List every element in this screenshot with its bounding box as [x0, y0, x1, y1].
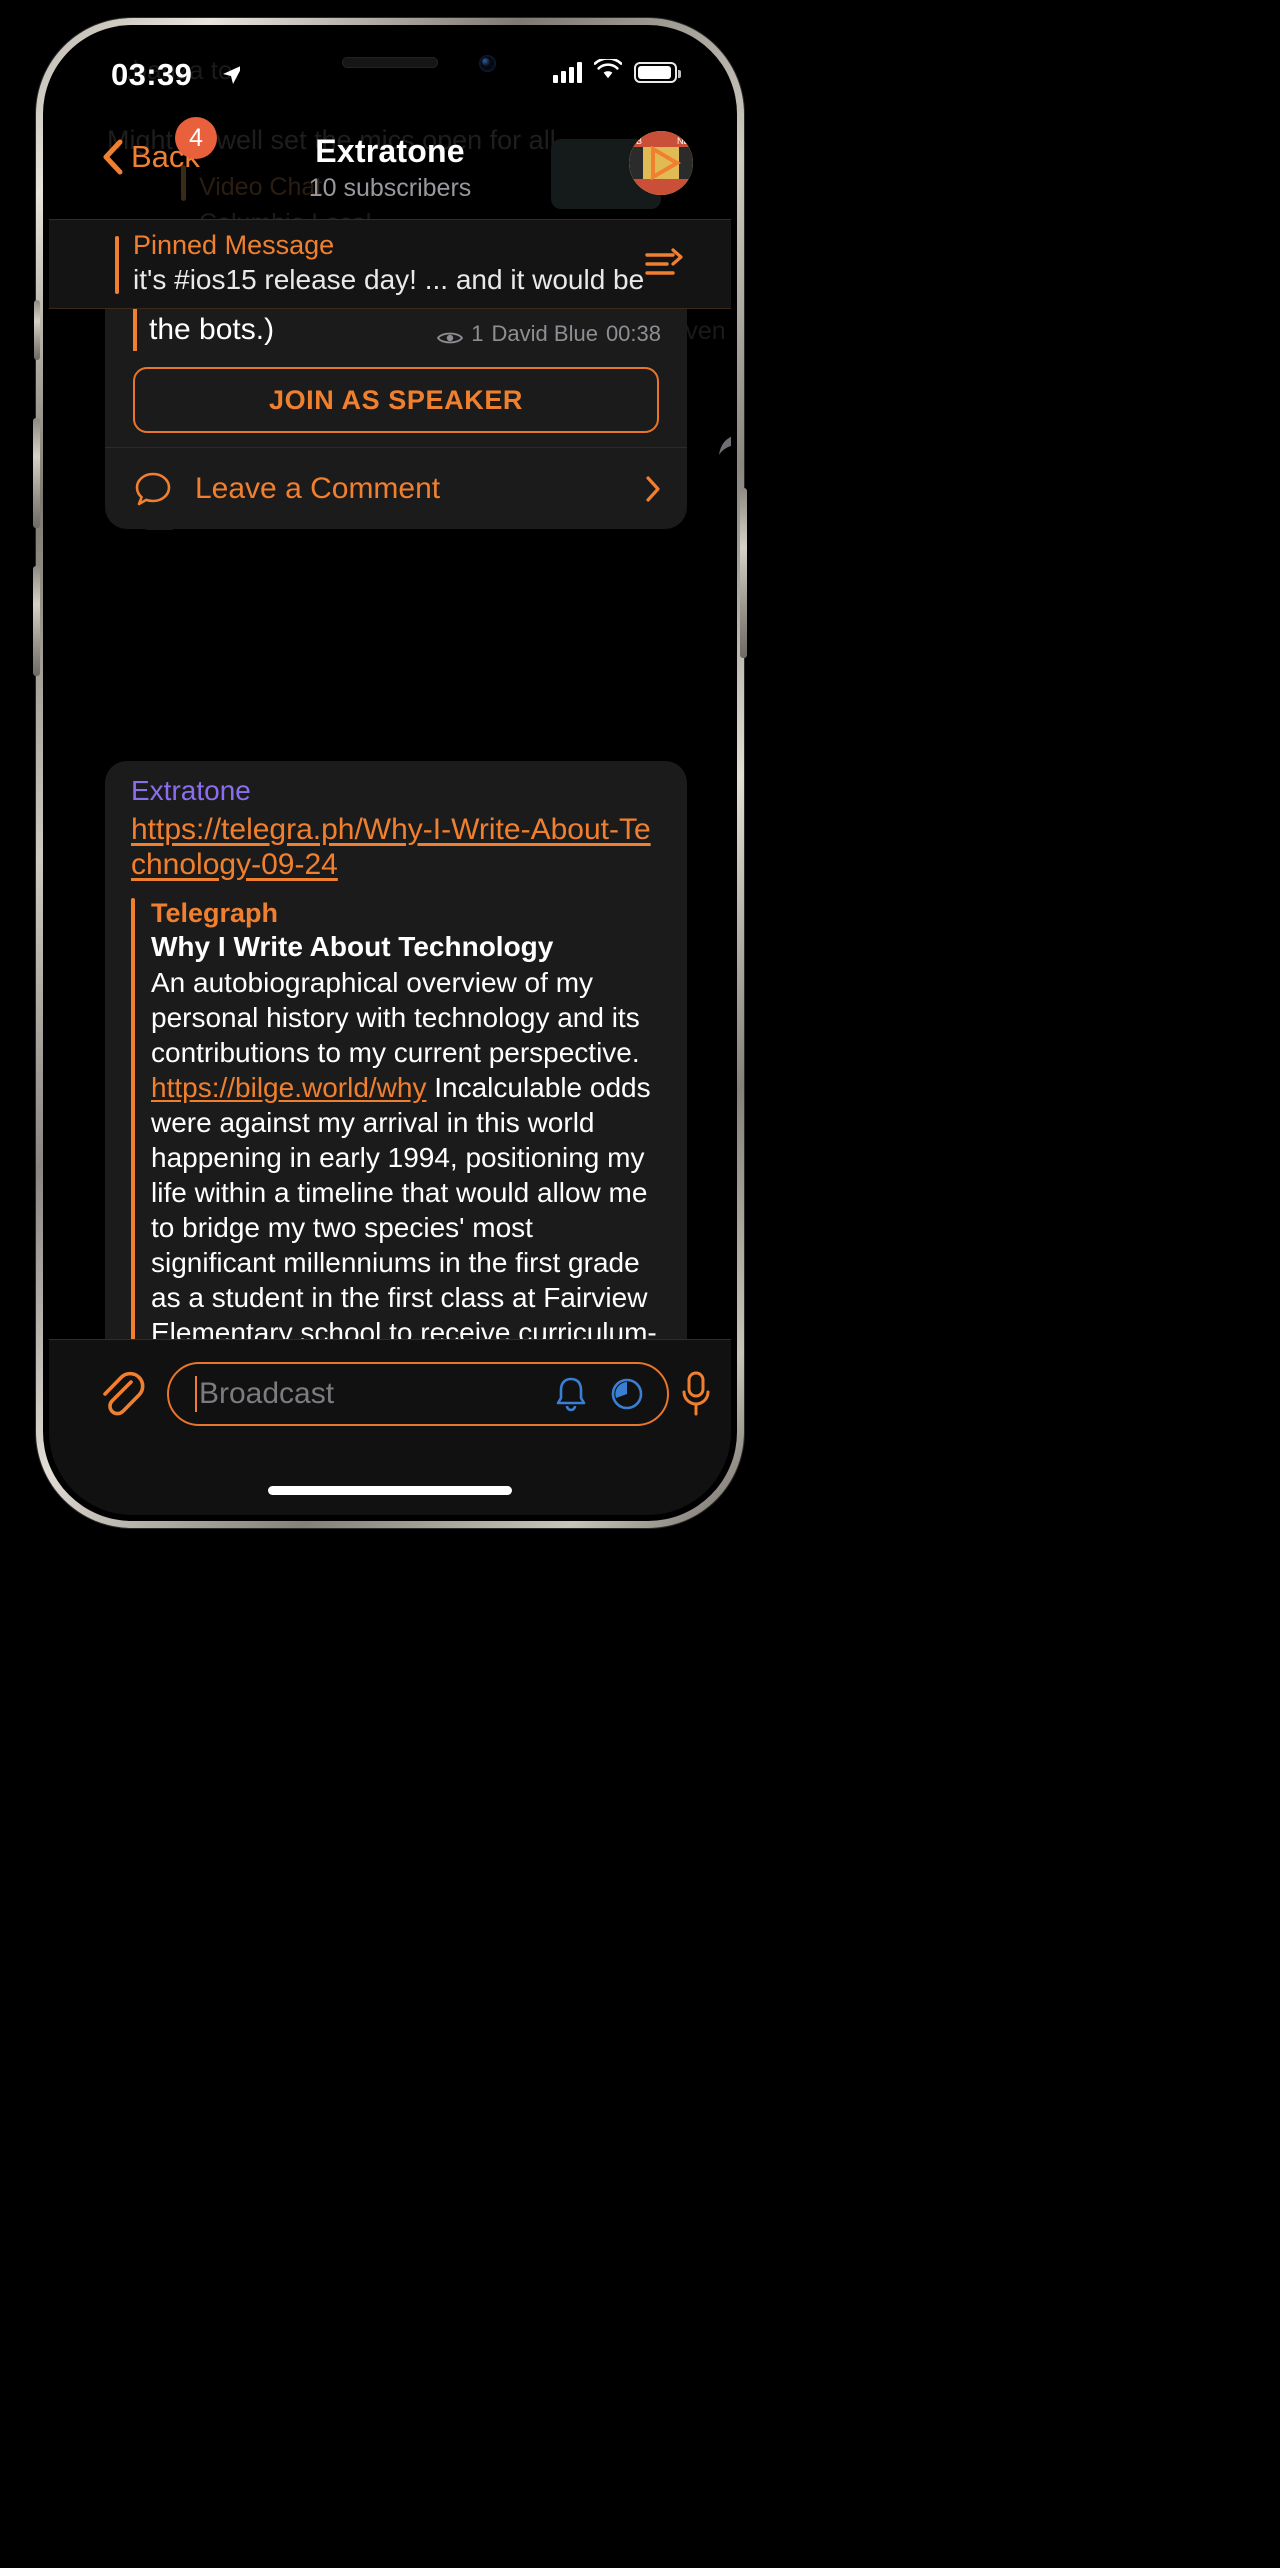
- mute-switch[interactable]: [34, 300, 40, 360]
- link-preview[interactable]: Telegraph Why I Write About Technology A…: [131, 898, 661, 1339]
- bubble-tail: [145, 506, 173, 530]
- screenshot-root: ...hanza to... Might as well set the mic…: [0, 0, 1280, 2568]
- subscriber-count: 10 subscribers: [308, 174, 472, 202]
- schedule-clock-icon[interactable]: [609, 1375, 645, 1413]
- pinned-accent-bar: [115, 236, 119, 294]
- back-button[interactable]: Back 4: [103, 117, 217, 175]
- telegram-app: ...hanza to... Might as well set the mic…: [49, 31, 731, 1515]
- preview-site-name: Telegraph: [151, 898, 279, 928]
- volume-down-button[interactable]: [33, 566, 40, 676]
- text-caret: [195, 1376, 197, 1412]
- comment-bubble-icon: [133, 469, 173, 509]
- chevron-right-icon: [645, 475, 661, 503]
- preview-description: An autobiographical overview of my perso…: [151, 965, 661, 1339]
- pinned-label: Pinned Message: [133, 230, 335, 260]
- volume-up-button[interactable]: [33, 418, 40, 528]
- unread-badge: 4: [175, 117, 217, 159]
- pinned-text: it's #ios15 release day! ... and it woul…: [133, 264, 653, 295]
- preview-inline-link[interactable]: https://bilge.world/why: [151, 1072, 426, 1103]
- earpiece-speaker: [342, 57, 438, 68]
- bell-notification-icon[interactable]: [553, 1375, 589, 1413]
- message-list[interactable]: the bots.) 1 David Blue 00:38 JOIN AS SP…: [49, 309, 731, 1339]
- paperclip-icon[interactable]: [95, 1368, 147, 1420]
- join-as-speaker-button[interactable]: JOIN AS SPEAKER: [133, 367, 659, 433]
- navigation-bar: Back 4 Extratone 10 subscribers B NE: [49, 117, 731, 209]
- forward-arrow-icon[interactable]: [717, 425, 731, 459]
- front-camera: [479, 55, 496, 72]
- message-time: 00:38: [605, 321, 661, 346]
- status-indicators: [553, 57, 681, 85]
- message-author: David Blue: [491, 321, 598, 346]
- pinned-messages-list-icon[interactable]: [643, 242, 685, 284]
- status-time: 03:39: [111, 57, 193, 92]
- wifi-icon: [593, 57, 623, 85]
- telegraph-link-message-bubble[interactable]: Extratone https://telegra.ph/Why-I-Write…: [105, 761, 687, 1339]
- view-count: 1: [471, 321, 484, 346]
- input-icons: [553, 1375, 645, 1413]
- iphone-device-frame: ...hanza to... Might as well set the mic…: [33, 18, 747, 1528]
- preview-title: Why I Write About Technology: [151, 931, 554, 962]
- broadcast-input[interactable]: Broadcast: [167, 1362, 669, 1426]
- microphone-icon[interactable]: [679, 1370, 713, 1418]
- svg-text:B: B: [636, 136, 642, 146]
- svg-text:NE: NE: [677, 136, 690, 146]
- phone-screen: ...hanza to... Might as well set the mic…: [49, 31, 731, 1515]
- leave-comment-label: Leave a Comment: [195, 471, 441, 505]
- preview-desc-part2: Incalculable odds were against my arriva…: [151, 1072, 657, 1339]
- device-bezel: ...hanza to... Might as well set the mic…: [43, 25, 737, 1521]
- voice-chat-message-bubble[interactable]: the bots.) 1 David Blue 00:38 JOIN AS SP…: [105, 309, 687, 530]
- message-input-bar: Broadcast: [49, 1339, 731, 1515]
- message-meta: 1 David Blue 00:38: [437, 321, 661, 347]
- preview-desc-part1: An autobiographical overview of my perso…: [151, 967, 640, 1068]
- eye-icon: [437, 326, 464, 344]
- cellular-signal-icon: [553, 61, 582, 83]
- device-notch: [240, 31, 540, 109]
- battery-full-icon: [634, 61, 681, 83]
- power-button[interactable]: [740, 488, 747, 658]
- chevron-left-icon: [103, 139, 123, 175]
- pinned-message-banner[interactable]: Pinned Message it's #ios15 release day! …: [49, 219, 731, 309]
- leave-comment-row[interactable]: Leave a Comment: [105, 447, 687, 529]
- input-placeholder: Broadcast: [199, 1377, 335, 1410]
- message-link[interactable]: https://telegra.ph/Why-I-Write-About-Tec…: [131, 813, 661, 882]
- home-indicator[interactable]: [268, 1486, 512, 1495]
- message-author-name: Extratone: [131, 775, 251, 806]
- avatar[interactable]: B NE: [629, 131, 693, 195]
